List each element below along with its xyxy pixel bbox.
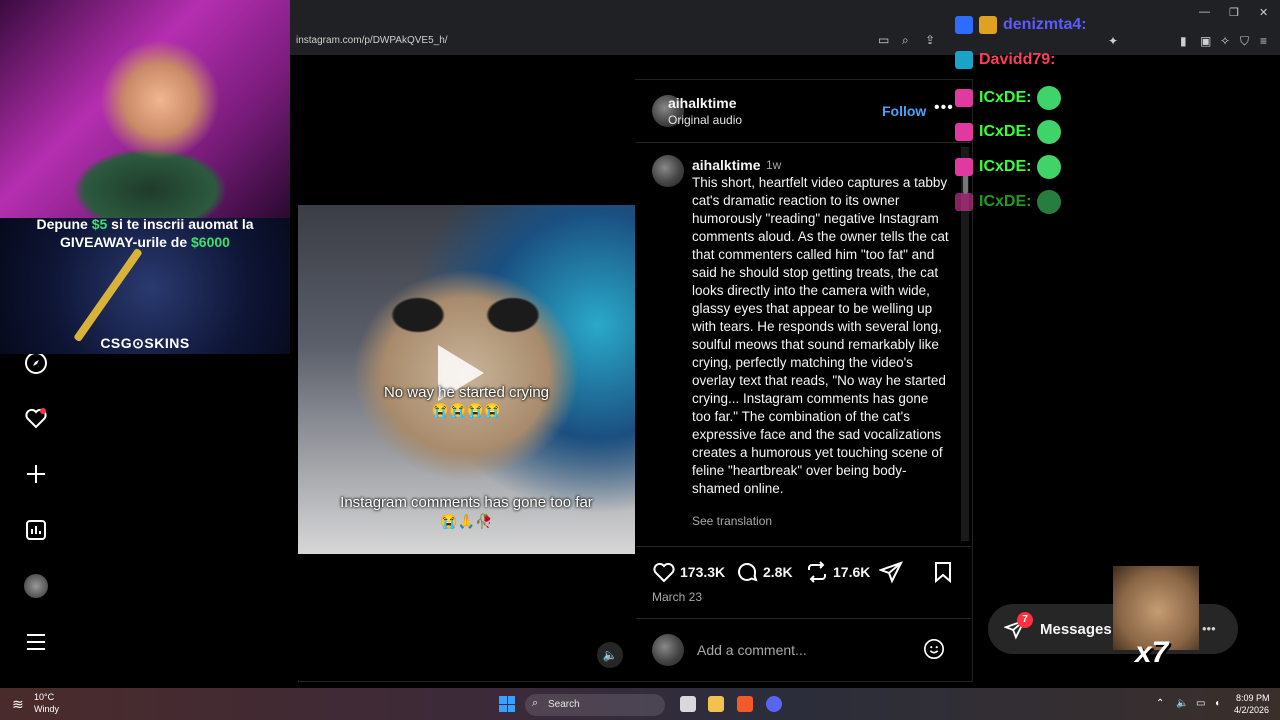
crown-badge-icon bbox=[979, 16, 997, 34]
promo-line-2: GIVEAWAY-urile de $6000 bbox=[60, 234, 230, 250]
promo-line-1: Depune $5 si te inscrii auomat la bbox=[36, 216, 254, 232]
messages-badge: 7 bbox=[1017, 612, 1033, 628]
send-icon bbox=[879, 561, 903, 584]
bookmark-icon bbox=[935, 562, 951, 584]
menu-icon[interactable] bbox=[20, 626, 52, 658]
chat-badge-icon bbox=[955, 158, 973, 176]
chat-badge-icon bbox=[955, 16, 973, 34]
close-button[interactable]: ✕ bbox=[1259, 6, 1268, 19]
minimize-button[interactable]: — bbox=[1199, 6, 1210, 18]
audio-label[interactable]: Original audio bbox=[668, 113, 742, 127]
file-explorer-icon[interactable] bbox=[708, 696, 724, 712]
taskbar-search-label: Search bbox=[548, 699, 580, 710]
chat-username: ICxDE: bbox=[979, 158, 1032, 175]
chat-emote bbox=[1037, 120, 1062, 144]
promo-logo: CSG⊙SKINS bbox=[100, 335, 190, 351]
streamer-webcam bbox=[0, 0, 290, 218]
chat-emote bbox=[1037, 86, 1062, 110]
chat-badge-icon bbox=[955, 89, 973, 107]
create-icon[interactable] bbox=[20, 458, 52, 490]
post-date: March 23 bbox=[652, 590, 703, 604]
chat-username: Davidd79: bbox=[979, 51, 1056, 68]
emoji-icon[interactable] bbox=[923, 638, 945, 660]
start-button[interactable] bbox=[499, 696, 515, 712]
clock-date[interactable]: 4/2/2026 bbox=[1234, 705, 1269, 715]
share-icon[interactable]: ⇪ bbox=[925, 33, 935, 47]
chat-badge-icon bbox=[955, 51, 973, 69]
save-button[interactable] bbox=[931, 560, 955, 584]
profile-avatar[interactable] bbox=[20, 570, 52, 602]
caption-timestamp: 1w bbox=[766, 158, 782, 172]
caption-username[interactable]: aihalktime bbox=[692, 157, 760, 173]
video-caption-bottom-emoji: 😭🙏🥀 bbox=[440, 513, 493, 529]
chat-badge-icon bbox=[955, 193, 973, 211]
like-count: 173.3K bbox=[680, 564, 726, 580]
brave-browser-icon[interactable] bbox=[737, 696, 753, 712]
dashboard-icon[interactable] bbox=[20, 514, 52, 546]
heart-icon bbox=[653, 562, 675, 583]
task-view-icon[interactable] bbox=[680, 696, 696, 712]
maximize-button[interactable]: ❐ bbox=[1229, 6, 1239, 19]
notifications-icon[interactable] bbox=[20, 402, 52, 434]
chat-badge-icon bbox=[955, 123, 973, 141]
network-icon[interactable]: ▭ bbox=[1196, 698, 1205, 709]
tray-chevron-icon[interactable]: ⌃ bbox=[1156, 698, 1164, 709]
discord-icon[interactable] bbox=[766, 696, 782, 712]
chat-emote bbox=[1037, 155, 1062, 179]
caption-avatar[interactable] bbox=[652, 155, 684, 187]
video-caption-bottom: Instagram comments has gone too far bbox=[340, 494, 593, 511]
menu-icon[interactable]: ≡ bbox=[1260, 34, 1267, 48]
chat-username: ICxDE: bbox=[979, 123, 1032, 140]
repost-button[interactable]: 17.6K bbox=[805, 560, 870, 584]
messages-label: Messages bbox=[1040, 621, 1112, 638]
video-caption-top: No way he started crying bbox=[383, 384, 550, 401]
emote-count: x7 bbox=[1135, 636, 1169, 669]
chat-message: ICxDE: bbox=[955, 86, 1062, 110]
chat-message: ICxDE: bbox=[955, 155, 1062, 179]
volume-button[interactable]: 🔈 bbox=[597, 642, 623, 668]
chat-message: ICxDE: bbox=[955, 120, 1062, 144]
caption-text: This short, heartfelt video captures a t… bbox=[692, 175, 949, 496]
action-divider bbox=[636, 546, 971, 547]
repost-count: 17.6K bbox=[833, 564, 871, 580]
address-bar[interactable]: instagram.com/p/DWPAkQVE5_h/ bbox=[290, 30, 976, 52]
author-username[interactable]: aihalktime bbox=[668, 95, 736, 111]
shield-icon[interactable]: ⛉ bbox=[1240, 34, 1249, 49]
comment-button[interactable]: 2.8K bbox=[735, 560, 793, 584]
screen-icon[interactable]: ▭ bbox=[878, 33, 889, 47]
sidebar-toggle-icon[interactable]: ▮ bbox=[1180, 34, 1187, 48]
wallet-icon[interactable]: ▣ bbox=[1200, 34, 1211, 48]
share-button[interactable] bbox=[879, 560, 903, 584]
chat-username: denizmta4: bbox=[1003, 16, 1087, 33]
current-user-avatar bbox=[652, 634, 684, 666]
repost-icon bbox=[808, 561, 826, 583]
chat-username: ICxDE: bbox=[979, 193, 1032, 210]
video-caption-top-emoji: 😭😭😭😭 bbox=[431, 402, 502, 418]
chat-emote bbox=[1037, 190, 1062, 214]
zoom-icon[interactable]: ⌕ bbox=[902, 33, 909, 48]
weather-temperature[interactable]: 10°C bbox=[34, 692, 54, 702]
weather-icon[interactable]: ≋ bbox=[12, 696, 24, 713]
comment-count: 2.8K bbox=[763, 564, 793, 580]
ai-icon[interactable]: ✧ bbox=[1220, 34, 1230, 48]
see-translation-link[interactable]: See translation bbox=[692, 514, 772, 528]
speaker-icon[interactable]: ◖ bbox=[1214, 698, 1220, 709]
comment-input[interactable]: Add a comment... bbox=[697, 642, 807, 658]
chat-message: denizmta4: bbox=[955, 16, 1087, 34]
extensions-icon[interactable]: ✦ bbox=[1108, 34, 1118, 48]
taskbar-search[interactable] bbox=[525, 694, 665, 716]
more-options-icon[interactable]: ••• bbox=[934, 99, 954, 117]
chat-username: ICxDE: bbox=[979, 89, 1032, 106]
chat-message: Davidd79: bbox=[955, 51, 1055, 69]
comment-icon bbox=[738, 563, 758, 582]
chat-message: ICxDE: bbox=[955, 190, 1062, 214]
messages-more-icon[interactable]: ••• bbox=[1202, 621, 1216, 636]
weather-description[interactable]: Windy bbox=[34, 704, 59, 714]
volume-icon[interactable]: 🔈 bbox=[1176, 698, 1188, 709]
like-button[interactable]: 173.3K bbox=[652, 560, 725, 584]
search-icon: ⌕ bbox=[532, 697, 539, 709]
clock-time[interactable]: 8:09 PM bbox=[1236, 693, 1270, 703]
follow-button[interactable]: Follow bbox=[882, 103, 926, 119]
